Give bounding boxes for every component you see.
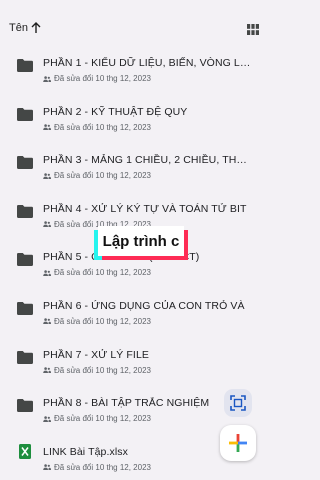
modified-date: Đã sửa đổi 10 thg 12, 2023 [54, 365, 151, 375]
shared-people-icon [43, 75, 51, 82]
file-modified: Đã sửa đổi 10 thg 12, 2023 [43, 171, 151, 180]
modified-date: Đã sửa đổi 10 thg 12, 2023 [54, 316, 151, 326]
file-row-phan-6[interactable]: PHẦN 6 - ỨNG DỤNG CỦA CON TRỎ VÀ Đã sửa … [0, 287, 270, 336]
file-modified: Đã sửa đổi 10 thg 12, 2023 [43, 268, 151, 277]
grid-view-icon[interactable] [247, 24, 259, 35]
file-modified: Đã sửa đổi 10 thg 12, 2023 [43, 317, 151, 326]
modified-date: Đã sửa đổi 10 thg 12, 2023 [54, 74, 151, 83]
file-row-phan-7[interactable]: PHẦN 7 - XỬ LÝ FILE Đã sửa đổi 10 thg 12… [0, 336, 270, 385]
folder-icon [17, 301, 33, 315]
file-name: PHẦN 8 - BÀI TẬP TRẮC NGHIỆM [43, 397, 210, 410]
modified-date: Đã sửa đổi 10 thg 12, 2023 [54, 171, 151, 181]
folder-icon [17, 350, 33, 364]
shared-people-icon [43, 318, 51, 325]
shared-people-icon [43, 124, 51, 131]
file-name: PHẦN 3 - MẢNG 1 CHIỀU, 2 CHIỀU, THAO TÁC [43, 154, 253, 167]
modified-date: Đã sửa đổi 10 thg 12, 2023 [54, 462, 151, 472]
shared-people-icon [43, 367, 51, 374]
folder-icon [17, 107, 33, 121]
file-name: PHẦN 2 - KỸ THUẬT ĐỆ QUY [43, 105, 188, 118]
file-row-phan-2[interactable]: PHẦN 2 - KỸ THUẬT ĐỆ QUY Đã sửa đổi 10 t… [0, 93, 270, 142]
file-name: PHẦN 6 - ỨNG DỤNG CỦA CON TRỎ VÀ [43, 299, 245, 312]
plus-icon [229, 434, 247, 452]
folder-icon [17, 204, 33, 218]
shared-people-icon [43, 172, 51, 179]
arrow-up-icon [31, 22, 41, 33]
file-row-phan-1[interactable]: PHẦN 1 - KIỂU DỮ LIỆU, BIẾN, VÒNG LẶP Đã… [0, 44, 270, 93]
folder-icon [17, 253, 33, 267]
file-name: PHẦN 7 - XỬ LÝ FILE [43, 348, 149, 361]
folder-icon [17, 399, 33, 413]
sort-by-name-button[interactable]: Tên [9, 22, 41, 34]
folder-icon [17, 59, 33, 72]
shared-people-icon [43, 464, 51, 471]
file-modified: Đã sửa đổi 10 thg 12, 2023 [43, 463, 151, 472]
folder-icon [17, 156, 33, 170]
scan-icon [230, 395, 246, 411]
file-modified: Đã sửa đổi 10 thg 12, 2023 [43, 74, 151, 83]
file-row-phan-3[interactable]: PHẦN 3 - MẢNG 1 CHIỀU, 2 CHIỀU, THAO TÁC… [0, 141, 270, 190]
new-item-button[interactable] [220, 425, 256, 461]
top-bar: Tên [0, 18, 270, 44]
file-name: PHẦN 4 - XỬ LÝ KÝ TỰ VÀ TOÁN TỬ BIT [43, 202, 247, 215]
scan-button[interactable] [224, 389, 252, 417]
modified-date: Đã sửa đổi 10 thg 12, 2023 [54, 414, 151, 424]
shared-people-icon [43, 415, 51, 422]
modified-date: Đã sửa đổi 10 thg 12, 2023 [54, 122, 151, 132]
file-name: PHẦN 1 - KIỂU DỮ LIỆU, BIẾN, VÒNG LẶP [43, 57, 253, 69]
file-modified: Đã sửa đổi 10 thg 12, 2023 [43, 366, 151, 375]
shared-people-icon [43, 221, 51, 228]
spreadsheet-icon [19, 443, 31, 459]
file-modified: Đã sửa đổi 10 thg 12, 2023 [43, 123, 151, 132]
file-modified: Đã sửa đổi 10 thg 12, 2023 [43, 414, 151, 423]
caption-text: Lập trình c [98, 226, 184, 256]
modified-date: Đã sửa đổi 10 thg 12, 2023 [54, 268, 151, 278]
caption-overlay: Lập trình c [94, 226, 188, 260]
sort-label: Tên [9, 22, 28, 34]
shared-people-icon [43, 270, 51, 276]
